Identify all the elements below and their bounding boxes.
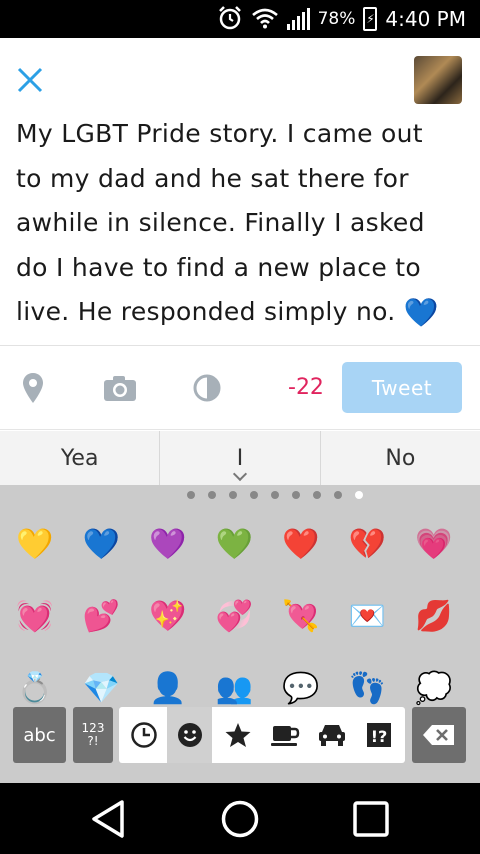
emoji-heart-arrow[interactable]: 💘: [270, 602, 333, 632]
emoji-ring[interactable]: 💍: [4, 674, 67, 704]
emoji-grid: 💛 💙 💜 💚 ❤️ 💔 💗 💓 💕 💖 💞 💘 💌 💋 💍 💎 👤 👥 💬 👣: [0, 509, 480, 725]
clock-time: 4:40 PM: [385, 7, 466, 31]
wifi-icon: [251, 7, 279, 32]
emoji-busts-silhouette[interactable]: 👥: [203, 674, 266, 704]
emoji-row: 💛 💙 💜 💚 ❤️ 💔 💗: [0, 509, 480, 581]
emoji-green-heart[interactable]: 💚: [203, 530, 266, 560]
android-nav-bar: [0, 783, 480, 854]
svg-text:!?: !?: [370, 727, 387, 746]
page-dot: [355, 491, 363, 499]
tweet-text-line: My LGBT Pride story. I came out: [16, 119, 423, 148]
avatar[interactable]: [414, 56, 462, 104]
tweet-text[interactable]: My LGBT Pride story. I came out to my da…: [0, 118, 480, 336]
numbers-key[interactable]: 123 ?!: [73, 707, 113, 763]
tweet-button[interactable]: Tweet: [342, 362, 462, 413]
compose-header: [0, 38, 480, 120]
emoji-two-hearts[interactable]: 💕: [70, 602, 133, 632]
emoji-sparkling-heart[interactable]: 💖: [137, 602, 200, 632]
recents-icon[interactable]: [349, 797, 393, 841]
tweet-text-line: to my dad and he sat there for: [16, 163, 409, 193]
location-pin-icon[interactable]: [18, 368, 48, 408]
page-dot: [313, 491, 321, 499]
close-icon[interactable]: [12, 62, 48, 98]
emoji-thought-balloon[interactable]: 💭: [403, 674, 466, 704]
tweet-text-line: live. He responded simply no.: [16, 297, 404, 326]
coffee-cup-icon[interactable]: [262, 707, 307, 763]
emoji-category-bar: !?: [119, 707, 405, 763]
battery-charging-icon: ⚡: [363, 7, 378, 31]
tweet-compose-area[interactable]: My LGBT Pride story. I came out to my da…: [0, 118, 480, 346]
page-dot: [187, 491, 195, 499]
tweet-text-line-last: live. He responded simply no. 💙: [16, 290, 464, 336]
page-dot: [250, 491, 258, 499]
suggestion-strip: Yea I No: [0, 431, 480, 485]
page-dot: [292, 491, 300, 499]
status-bar: 78% ⚡ 4:40 PM: [0, 0, 480, 38]
tweet-text-line: awhile in silence. Finally I asked: [16, 208, 425, 237]
page-dot: [208, 491, 216, 499]
emoji-footprints[interactable]: 👣: [336, 674, 399, 704]
recent-clock-icon[interactable]: [121, 707, 166, 763]
emoji-page-indicator: [0, 489, 480, 503]
emoji-blue-heart[interactable]: 💙: [70, 530, 133, 560]
symbols-icon[interactable]: !?: [356, 707, 401, 763]
backspace-icon[interactable]: [412, 707, 466, 763]
camera-icon[interactable]: [102, 368, 138, 408]
page-dot: [334, 491, 342, 499]
emoji-yellow-heart[interactable]: 💛: [4, 530, 67, 560]
emoji-keyboard: 💛 💙 💜 💚 ❤️ 💔 💗 💓 💕 💖 💞 💘 💌 💋 💍 💎 👤 👥 💬 👣: [0, 485, 480, 783]
page-dot: [271, 491, 279, 499]
tweet-text-line: do I have to find a new place to: [16, 252, 421, 282]
signal-icon: [286, 8, 310, 30]
blue-heart-emoji: 💙: [403, 296, 439, 329]
emoji-growing-heart[interactable]: 💗: [403, 530, 466, 560]
emoji-keyboard-bottom-row: abc 123 ?! !?: [0, 707, 480, 765]
suggestion-middle[interactable]: I: [159, 431, 321, 485]
battery-percent: 78%: [317, 9, 356, 29]
emoji-broken-heart[interactable]: 💔: [336, 530, 399, 560]
emoji-gem[interactable]: 💎: [70, 674, 133, 704]
back-icon[interactable]: [86, 797, 130, 841]
emoji-love-letter[interactable]: 💌: [336, 602, 399, 632]
emoji-red-heart[interactable]: ❤️: [270, 530, 333, 560]
page-dot: [229, 491, 237, 499]
alarm-icon: [217, 5, 243, 34]
character-counter: -22: [288, 375, 324, 400]
home-icon[interactable]: [218, 797, 262, 841]
compose-toolbar: -22 Tweet: [0, 346, 480, 430]
suggestion-left[interactable]: Yea: [0, 431, 159, 485]
car-icon[interactable]: [309, 707, 354, 763]
abc-key[interactable]: abc: [13, 707, 66, 763]
emoji-revolving-hearts[interactable]: 💞: [203, 602, 266, 632]
emoji-kiss-lips[interactable]: 💋: [403, 602, 466, 632]
emoji-purple-heart[interactable]: 💜: [137, 530, 200, 560]
emoji-bust-silhouette[interactable]: 👤: [137, 674, 200, 704]
poll-icon[interactable]: [192, 368, 222, 408]
star-icon[interactable]: [215, 707, 260, 763]
suggestion-right[interactable]: No: [321, 431, 480, 485]
smiley-icon[interactable]: [167, 707, 212, 763]
emoji-beating-heart[interactable]: 💓: [4, 602, 67, 632]
emoji-row: 💓 💕 💖 💞 💘 💌 💋: [0, 581, 480, 653]
emoji-speech-balloon[interactable]: 💬: [270, 674, 333, 704]
